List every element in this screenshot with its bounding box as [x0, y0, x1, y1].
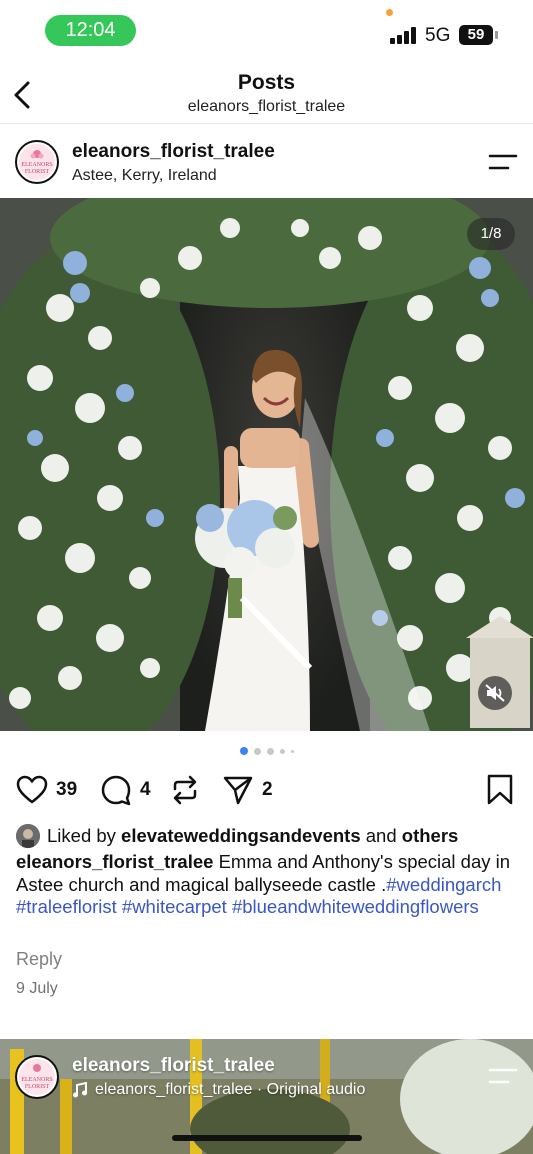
- post-header: ELEANORS FLORIST eleanors_florist_tralee…: [0, 125, 533, 198]
- privacy-indicator-dot: [386, 9, 393, 16]
- repost-icon[interactable]: [170, 774, 200, 806]
- status-bar: 12:04 5G 59: [0, 0, 533, 62]
- hashtag[interactable]: #whitecarpet: [122, 896, 227, 917]
- carousel-dot: [253, 747, 261, 755]
- repost-action[interactable]: [170, 770, 200, 810]
- next-post-audio[interactable]: eleanors_florist_tralee · Original audio: [72, 1081, 365, 1099]
- mute-icon: [485, 684, 505, 702]
- carousel-indicator: [0, 746, 533, 756]
- more-options-icon[interactable]: [488, 153, 518, 171]
- carousel-dot: [266, 747, 274, 755]
- avatar[interactable]: ELEANORS FLORIST: [15, 140, 59, 184]
- comments-count[interactable]: 4: [140, 779, 151, 801]
- send-icon[interactable]: [222, 774, 254, 806]
- likes-count[interactable]: 39: [56, 779, 77, 801]
- carousel-dot: [290, 749, 294, 753]
- post-caption: eleanors_florist_tralee Emma and Anthony…: [16, 851, 521, 919]
- battery-level: 59: [467, 26, 485, 43]
- reply-link[interactable]: Reply: [16, 949, 62, 970]
- hashtag[interactable]: #blueandwhiteweddingflowers: [232, 896, 479, 917]
- network-type: 5G: [425, 25, 451, 46]
- svg-text:FLORIST: FLORIST: [25, 169, 50, 175]
- post-date: 9 July: [16, 980, 58, 997]
- post-actions: 39 4 2: [0, 770, 533, 810]
- hashtag[interactable]: #weddingarch: [386, 874, 501, 895]
- post-username[interactable]: eleanors_florist_tralee: [72, 141, 275, 163]
- liked-by-prefix: Liked by: [47, 825, 116, 846]
- like-action[interactable]: 39: [16, 770, 77, 810]
- liked-by-user[interactable]: elevateweddingsandevents: [121, 825, 361, 847]
- next-post-avatar[interactable]: ELEANORS FLORIST: [15, 1055, 59, 1099]
- post-image[interactable]: 1/8: [0, 198, 533, 731]
- svg-text:ELEANORS: ELEANORS: [21, 1077, 52, 1083]
- next-post-audio-label: eleanors_florist_tralee · Original audio: [95, 1081, 366, 1098]
- page-subtitle: eleanors_florist_tralee: [187, 98, 346, 115]
- battery-icon: 59: [459, 25, 493, 45]
- caption-username[interactable]: eleanors_florist_tralee: [16, 851, 213, 872]
- florist-logo: ELEANORS FLORIST: [19, 144, 55, 180]
- carousel-dot-active: [239, 747, 248, 755]
- heart-icon[interactable]: [16, 775, 48, 805]
- comment-action[interactable]: 4: [100, 770, 151, 810]
- more-options-icon[interactable]: [488, 1067, 518, 1085]
- music-note-icon: [73, 1082, 87, 1098]
- image-counter: 1/8: [467, 218, 515, 250]
- status-time: 12:04: [45, 15, 136, 46]
- liked-by[interactable]: Liked by elevateweddingsandevents and ot…: [16, 823, 458, 849]
- shares-count[interactable]: 2: [262, 779, 273, 801]
- share-action[interactable]: 2: [222, 770, 273, 810]
- home-indicator[interactable]: [172, 1135, 362, 1141]
- liked-by-avatar: [16, 824, 40, 848]
- nav-header: Posts eleanors_florist_tralee: [0, 62, 533, 124]
- post-location[interactable]: Astee, Kerry, Ireland: [72, 167, 217, 185]
- page-title: Posts: [237, 71, 296, 94]
- mute-button[interactable]: [478, 676, 512, 710]
- bookmark-icon[interactable]: [486, 774, 514, 806]
- wedding-arch-photo: [0, 198, 533, 731]
- liked-by-others[interactable]: others: [402, 825, 459, 847]
- cellular-signal-icon: [390, 27, 418, 44]
- comment-icon[interactable]: [100, 774, 132, 806]
- liked-by-and: and: [365, 825, 397, 846]
- svg-text:FLORIST: FLORIST: [25, 1084, 50, 1090]
- battery-cap: [495, 31, 498, 39]
- svg-text:ELEANORS: ELEANORS: [21, 162, 52, 168]
- hashtag[interactable]: #traleeflorist: [16, 896, 117, 917]
- next-post-username[interactable]: eleanors_florist_tralee: [72, 1055, 275, 1077]
- carousel-dot: [279, 748, 285, 754]
